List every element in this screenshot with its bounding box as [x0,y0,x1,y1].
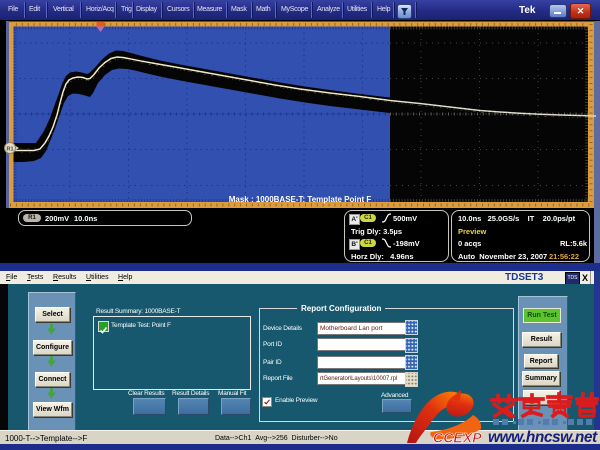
svg-text:CCEXP: CCEXP [433,430,482,446]
svg-text:R1: R1 [6,147,13,153]
svg-text:www.hncsw.net: www.hncsw.net [488,429,598,446]
svg-text:Mask : 1000BASE-T: Template Po: Mask : 1000BASE-T: Template Point F [229,195,372,204]
